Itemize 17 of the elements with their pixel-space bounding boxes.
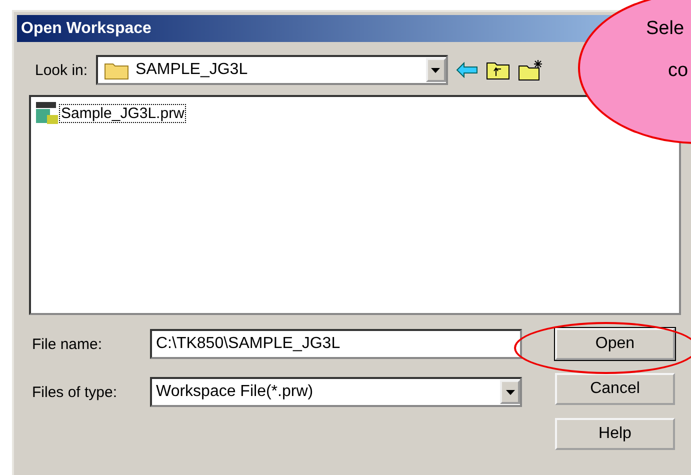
file-name-field[interactable]: C:\TK850\SAMPLE_JG3L — [150, 329, 522, 359]
dropdown-arrow-icon — [431, 68, 440, 72]
cancel-button[interactable]: Cancel — [555, 373, 675, 405]
workspace-file-icon — [35, 101, 59, 125]
new-folder-icon[interactable] — [518, 59, 544, 81]
look-in-label: Look in: — [35, 62, 88, 78]
open-button[interactable]: Open — [555, 328, 675, 360]
look-in-dropdown[interactable]: SAMPLE_JG3L — [96, 55, 448, 85]
callout-text: Sele — [646, 18, 684, 40]
file-name-label: File name: — [32, 336, 104, 352]
back-arrow-icon[interactable] — [456, 62, 478, 78]
dropdown-arrow-icon — [506, 390, 514, 394]
up-folder-icon[interactable] — [486, 60, 510, 80]
file-type-label: Files of type: — [32, 384, 118, 400]
callout-text: co — [668, 60, 688, 82]
file-type-dropdown[interactable]: Workspace File(*.prw) — [150, 377, 522, 407]
help-button[interactable]: Help — [555, 418, 675, 450]
